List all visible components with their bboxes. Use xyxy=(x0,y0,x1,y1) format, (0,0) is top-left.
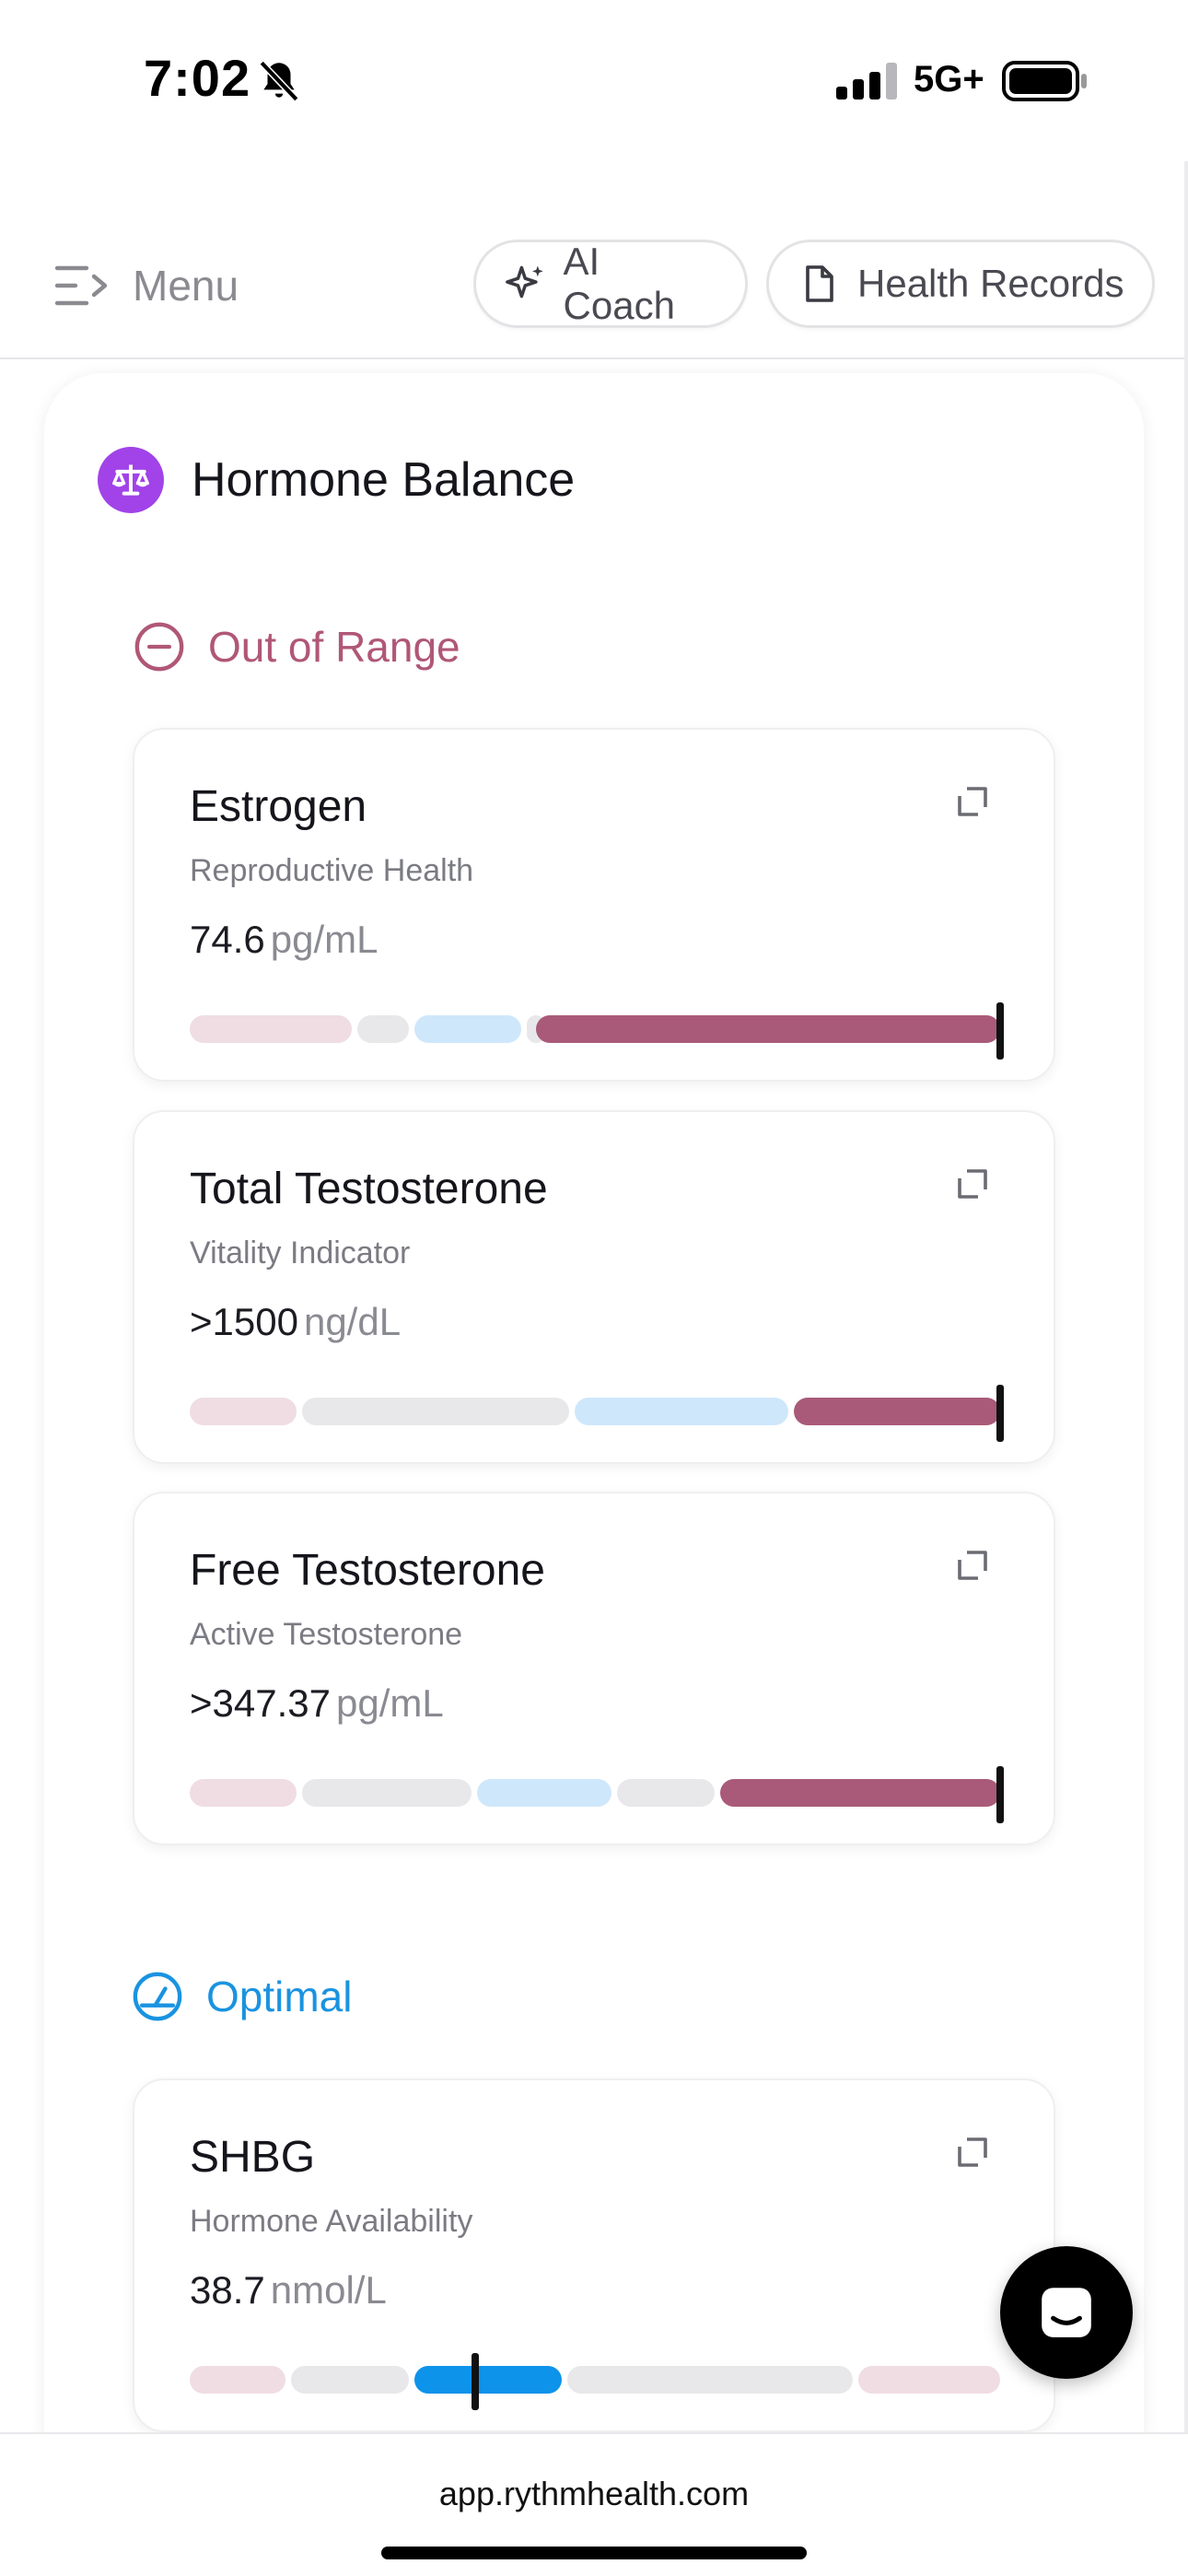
range-segment-high xyxy=(858,2366,1000,2394)
metric-value-row: >1500 ng/dL xyxy=(190,1300,401,1344)
metric-name: Estrogen xyxy=(190,782,367,831)
menu-icon xyxy=(54,265,108,306)
hormone-balance-card: Hormone Balance Out of Range Estrogen Re… xyxy=(44,373,1144,2576)
range-segment-neutral xyxy=(291,2366,409,2394)
ai-coach-button[interactable]: AI Coach xyxy=(473,240,748,328)
range-bar xyxy=(190,1002,1004,1060)
optimal-label: Optimal xyxy=(206,1973,353,2020)
metric-unit: pg/mL xyxy=(336,1681,444,1725)
status-time: 7:02 xyxy=(144,49,251,107)
scale-icon xyxy=(98,447,164,513)
bell-slash-icon xyxy=(259,60,299,102)
chat-button[interactable] xyxy=(1000,2246,1133,2379)
menu-button[interactable]: Menu xyxy=(53,256,239,315)
range-segment-optimal xyxy=(414,2366,562,2394)
expand-icon[interactable] xyxy=(954,2134,991,2171)
ai-coach-label: AI Coach xyxy=(563,240,675,327)
optimal-group-label: Optimal xyxy=(131,1970,352,2023)
health-records-label: Health Records xyxy=(857,262,1124,305)
gauge-icon xyxy=(133,1972,182,2021)
expand-icon[interactable] xyxy=(954,783,991,820)
range-bar xyxy=(190,1385,1004,1442)
value-marker xyxy=(996,1385,1004,1442)
out-of-range-group-label: Out of Range xyxy=(133,620,460,673)
metric-name: Total Testosterone xyxy=(190,1165,548,1213)
metric-value: 38.7 xyxy=(190,2268,265,2312)
metric-unit: ng/dL xyxy=(303,1300,402,1343)
range-segment-low xyxy=(190,1779,297,1807)
out-of-range-label: Out of Range xyxy=(208,623,460,671)
scroll-edge xyxy=(1184,161,1188,2437)
sparkle-icon xyxy=(506,265,543,299)
metric-subtitle: Reproductive Health xyxy=(190,853,474,888)
range-segment-low xyxy=(190,1015,352,1043)
range-segment-high xyxy=(794,1398,1000,1425)
range-segment-optimal xyxy=(575,1398,788,1425)
expand-icon[interactable] xyxy=(954,1165,991,1202)
metric-card-free-testosterone[interactable]: Free Testosterone Active Testosterone >3… xyxy=(133,1492,1055,1845)
metric-name: Free Testosterone xyxy=(190,1546,545,1595)
browser-url-bar[interactable]: app.rythmhealth.com xyxy=(0,2432,1188,2576)
metric-unit: pg/mL xyxy=(270,918,379,961)
chat-icon xyxy=(1042,2288,1091,2337)
metric-value-row: 38.7 nmol/L xyxy=(190,2268,387,2313)
range-bar xyxy=(190,2353,1000,2410)
metric-card-shbg[interactable]: SHBG Hormone Availability 38.7 nmol/L xyxy=(133,2078,1055,2432)
url-text[interactable]: app.rythmhealth.com xyxy=(0,2475,1188,2513)
range-segment-low xyxy=(190,2366,285,2394)
metric-unit: nmol/L xyxy=(270,2268,387,2312)
range-segment-optimal xyxy=(477,1779,611,1807)
metric-name: SHBG xyxy=(190,2133,316,2182)
range-segment-low xyxy=(190,1398,297,1425)
document-icon xyxy=(806,265,833,302)
status-bar: 7:02 5G+ xyxy=(0,0,1188,161)
range-segment-neutral xyxy=(567,2366,853,2394)
range-segment-neutral xyxy=(302,1398,569,1425)
metric-subtitle: Active Testosterone xyxy=(190,1617,463,1652)
metric-subtitle: Hormone Availability xyxy=(190,2204,473,2239)
minus-circle-icon xyxy=(134,622,184,672)
health-records-button[interactable]: Health Records xyxy=(766,240,1155,328)
metric-card-total-testosterone[interactable]: Total Testosterone Vitality Indicator >1… xyxy=(133,1110,1055,1464)
metric-value: 74.6 xyxy=(190,918,265,961)
metric-value-row: 74.6 pg/mL xyxy=(190,918,378,962)
range-segment-neutral xyxy=(617,1779,715,1807)
app-header: Menu AI Coach Health Records xyxy=(0,230,1188,359)
range-segment-high xyxy=(536,1015,1000,1043)
value-marker xyxy=(996,1002,1004,1060)
range-segment-neutral xyxy=(357,1015,409,1043)
range-segment-optimal xyxy=(414,1015,521,1043)
section-title: Hormone Balance xyxy=(192,453,576,507)
value-marker xyxy=(472,2353,479,2410)
value-marker xyxy=(996,1766,1004,1823)
range-bar xyxy=(190,1766,1004,1823)
metric-subtitle: Vitality Indicator xyxy=(190,1235,411,1270)
home-indicator[interactable] xyxy=(381,2547,807,2559)
range-segment-high xyxy=(720,1779,1000,1807)
battery-icon xyxy=(1002,61,1087,101)
metric-card-estrogen[interactable]: Estrogen Reproductive Health 74.6 pg/mL xyxy=(133,728,1055,1082)
metric-value: >1500 xyxy=(190,1300,298,1343)
section-header: Hormone Balance xyxy=(98,447,575,513)
signal-icon xyxy=(836,63,897,100)
range-segment-neutral xyxy=(302,1779,472,1807)
metric-value: >347.37 xyxy=(190,1681,331,1725)
metric-value-row: >347.37 pg/mL xyxy=(190,1681,444,1726)
network-type: 5G+ xyxy=(914,59,984,100)
menu-label: Menu xyxy=(133,262,239,310)
expand-icon[interactable] xyxy=(954,1547,991,1584)
